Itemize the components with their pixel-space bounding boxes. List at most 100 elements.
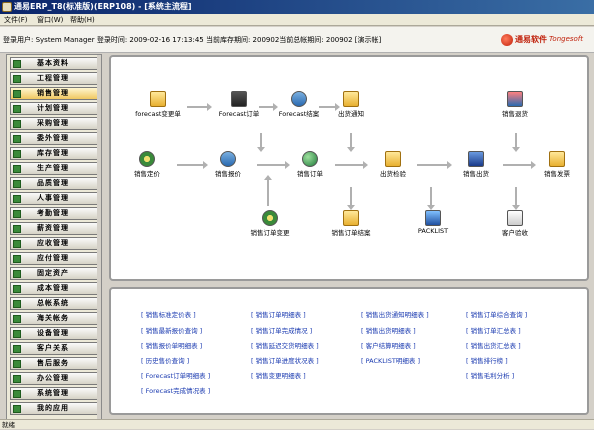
sidebar-item-label: 薪资管理 bbox=[37, 224, 69, 232]
flow-node-label: 销售报价 bbox=[215, 170, 241, 178]
flow-arrow bbox=[427, 187, 435, 210]
flow-node-sales-quote[interactable]: 销售报价 bbox=[198, 151, 258, 178]
sidebar-item-quality[interactable]: 品质管理 bbox=[10, 177, 98, 190]
people-icon bbox=[291, 91, 307, 107]
report-link[interactable]: [ 销售最新报价查询 ] bbox=[141, 325, 202, 335]
flow-node-customer-acceptance[interactable]: 客户验收 bbox=[485, 210, 545, 237]
sidebar-item-hr[interactable]: 人事管理 bbox=[10, 192, 98, 205]
sidebar-item-office[interactable]: 办公管理 bbox=[10, 372, 98, 385]
sidebar-item-outsourcing[interactable]: 委外管理 bbox=[10, 132, 98, 145]
module-icon bbox=[13, 360, 21, 368]
report-links-panel: [ 销售标准定价表 ] [ 销售最新报价查询 ] [ 销售报价单明细表 ] [ … bbox=[109, 287, 589, 415]
sidebar-item-purchasing[interactable]: 采购管理 bbox=[10, 117, 98, 130]
sidebar-item-label: 库存管理 bbox=[37, 149, 69, 157]
sidebar-item-after-sales[interactable]: 售后服务 bbox=[10, 357, 98, 370]
sidebar-item-label: 采购管理 bbox=[37, 119, 69, 127]
report-link[interactable]: [ 销售延迟交货明细表 ] bbox=[251, 340, 319, 350]
report-link[interactable]: [ 销售出货通知明细表 ] bbox=[361, 309, 429, 319]
report-link[interactable]: [ 销售毛利分析 ] bbox=[466, 370, 514, 380]
sidebar-item-general-ledger[interactable]: 总帐系统 bbox=[10, 297, 98, 310]
sidebar-item-engineering[interactable]: 工程管理 bbox=[10, 72, 98, 85]
module-icon bbox=[13, 165, 21, 173]
report-link[interactable]: [ 销售出货明细表 ] bbox=[361, 325, 416, 335]
sidebar-item-production[interactable]: 生产管理 bbox=[10, 162, 98, 175]
status-bar: 就绪 bbox=[0, 419, 594, 429]
module-icon bbox=[13, 255, 21, 263]
session-info: 登录用户: System Manager 登录时间: 2009-02-16 17… bbox=[3, 36, 382, 44]
module-icon bbox=[13, 270, 21, 278]
report-link[interactable]: [ 销售订单明细表 ] bbox=[251, 309, 306, 319]
flow-node-sales-return[interactable]: 销售退货 bbox=[485, 91, 545, 118]
sidebar-item-crm[interactable]: 客户关系 bbox=[10, 342, 98, 355]
report-link[interactable]: [ 销售订单进度状况表 ] bbox=[251, 355, 319, 365]
report-link[interactable]: [ 销售订单完成情况 ] bbox=[251, 325, 312, 335]
sidebar-item-receivables[interactable]: 应收管理 bbox=[10, 237, 98, 250]
flow-node-shipping-notice[interactable]: 出货通知 bbox=[321, 91, 381, 118]
sidebar-item-label: 售后服务 bbox=[37, 359, 69, 367]
sidebar-item-cost[interactable]: 成本管理 bbox=[10, 282, 98, 295]
report-link[interactable]: [ 销售标准定价表 ] bbox=[141, 309, 196, 319]
module-icon bbox=[13, 105, 21, 113]
report-link[interactable]: [ 销售变更明细表 ] bbox=[251, 370, 306, 380]
module-sidebar: 基本资料 工程管理 销售管理 计划管理 采购管理 委外管理 库存管理 生产管理 … bbox=[6, 54, 102, 420]
flow-node-forecast-close[interactable]: Forecast结案 bbox=[269, 91, 329, 118]
flow-node-sales-invoice[interactable]: 销售发票 bbox=[527, 151, 587, 178]
report-link[interactable]: [ PACKLIST明细表 ] bbox=[361, 355, 420, 365]
sidebar-item-attendance[interactable]: 考勤管理 bbox=[10, 207, 98, 220]
sidebar-item-basic-data[interactable]: 基本资料 bbox=[10, 57, 98, 70]
window-titlebar: 通易ERP_T8(标准版)(ERP108) - [系统主流程] bbox=[0, 0, 594, 14]
sidebar-item-my-apps[interactable]: 我的应用 bbox=[10, 402, 98, 415]
report-link[interactable]: [ Forecast完成情况表 ] bbox=[141, 385, 210, 395]
sidebar-item-label: 销售管理 bbox=[37, 89, 69, 97]
report-link[interactable]: [ 销售出货汇总表 ] bbox=[466, 340, 521, 350]
sidebar-item-inventory[interactable]: 库存管理 bbox=[10, 147, 98, 160]
report-link[interactable]: [ 销售订单综合查询 ] bbox=[466, 309, 527, 319]
sidebar-scrollbar[interactable] bbox=[97, 55, 101, 419]
app-icon bbox=[2, 2, 12, 12]
module-icon bbox=[13, 315, 21, 323]
sidebar-item-fixed-assets[interactable]: 固定资产 bbox=[10, 267, 98, 280]
report-link[interactable]: [ 历史售价查询 ] bbox=[141, 355, 189, 365]
sidebar-item-label: 生产管理 bbox=[37, 164, 69, 172]
flow-diagram-panel: forecast变更单 Forecast订单 Forecast结案 出货通知 销… bbox=[109, 55, 589, 281]
flow-node-label: 客户验收 bbox=[502, 229, 528, 237]
flow-node-label: Forecast订单 bbox=[218, 110, 260, 118]
flow-node-order-change[interactable]: 销售订单变更 bbox=[240, 210, 300, 237]
flow-node-sales-order[interactable]: 销售订单 bbox=[280, 151, 340, 178]
sidebar-item-equipment[interactable]: 设备管理 bbox=[10, 327, 98, 340]
menu-file[interactable]: 文件(F) bbox=[4, 15, 28, 25]
module-icon bbox=[13, 195, 21, 203]
menu-window[interactable]: 窗口(W) bbox=[37, 15, 63, 25]
sidebar-item-payables[interactable]: 应付管理 bbox=[10, 252, 98, 265]
module-icon bbox=[13, 240, 21, 248]
sidebar-item-planning[interactable]: 计划管理 bbox=[10, 102, 98, 115]
clapperboard-icon bbox=[231, 91, 247, 107]
sidebar-item-sales[interactable]: 销售管理 bbox=[10, 87, 98, 100]
report-link[interactable]: [ Forecast订单明细表 ] bbox=[141, 370, 210, 380]
module-icon bbox=[13, 375, 21, 383]
report-link[interactable]: [ 客户结算明细表 ] bbox=[361, 340, 416, 350]
flow-node-forecast-order[interactable]: Forecast订单 bbox=[209, 91, 269, 118]
logo-en-text: Tongesoft bbox=[549, 35, 584, 43]
report-link[interactable]: [ 销售报价单明细表 ] bbox=[141, 340, 202, 350]
people-icon bbox=[220, 151, 236, 167]
sidebar-item-payroll[interactable]: 薪资管理 bbox=[10, 222, 98, 235]
network-icon bbox=[425, 210, 441, 226]
flow-node-packlist[interactable]: PACKLIST bbox=[403, 210, 463, 235]
flow-node-forecast-change[interactable]: forecast变更单 bbox=[128, 91, 188, 118]
flow-node-label: 销售订单结案 bbox=[331, 229, 371, 237]
flow-node-sales-shipment[interactable]: 销售出货 bbox=[446, 151, 506, 178]
menu-help[interactable]: 帮助(H) bbox=[70, 15, 95, 25]
flow-node-order-close[interactable]: 销售订单结案 bbox=[321, 210, 381, 237]
flow-arrow bbox=[512, 187, 520, 210]
flow-node-label: forecast变更单 bbox=[135, 110, 181, 118]
report-link[interactable]: [ 销售订单汇总表 ] bbox=[466, 325, 521, 335]
sidebar-item-customs[interactable]: 海关帐务 bbox=[10, 312, 98, 325]
flow-node-label: 销售发票 bbox=[544, 170, 570, 178]
sidebar-item-system[interactable]: 系统管理 bbox=[10, 387, 98, 400]
book-icon bbox=[468, 151, 484, 167]
report-link[interactable]: [ 销售排行榜 ] bbox=[466, 355, 508, 365]
module-icon bbox=[13, 405, 21, 413]
flow-node-sales-pricing[interactable]: 销售定价 bbox=[117, 151, 177, 178]
flow-node-shipping-inspection[interactable]: 出货检验 bbox=[363, 151, 423, 178]
